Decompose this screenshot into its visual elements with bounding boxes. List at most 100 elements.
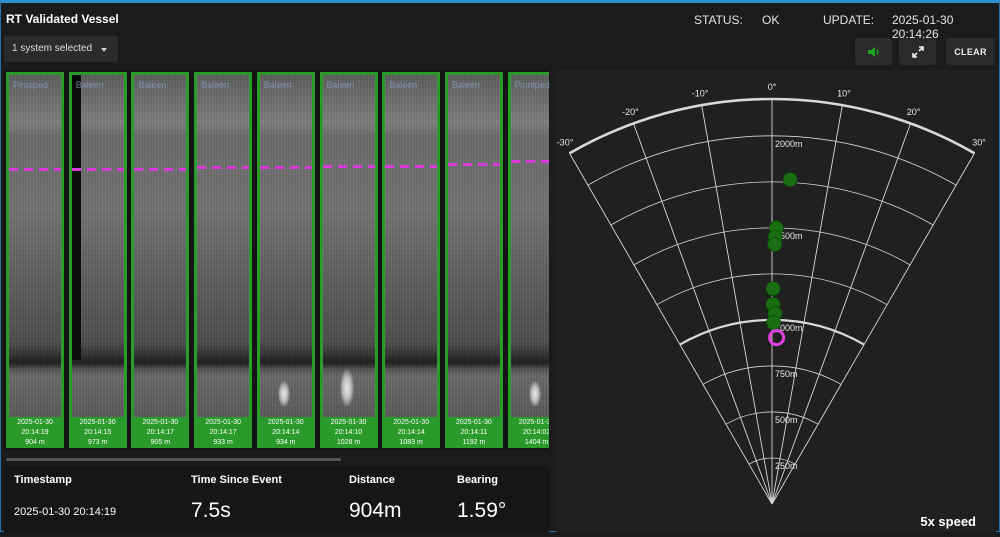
tile-date: 2025-01-30 [455,419,492,426]
event-tile[interactable]: Pinniped 2025-01-30 20:14:19 904 m [6,72,64,448]
tile-meta: 2025-01-30 20:14:10 1028 m [320,418,378,448]
bearing-label: 20° [907,107,921,117]
target-marker [767,237,783,252]
tile-meta: 2025-01-30 20:14:15 973 m [69,418,127,448]
event-tile[interactable]: Baleen 2025-01-30 20:14:10 1028 m [319,72,378,448]
species-tag: Pinniped [514,80,549,90]
bearing-label: -30° [557,137,574,147]
species-tag: Baleen [263,80,292,90]
tile-dist: 905 m [150,439,171,446]
event-tile[interactable]: Pinniped 2025-01-30 20:14:02 1404 m [507,72,549,448]
target-marker [765,281,781,297]
sonar-image: Baleen [259,75,312,417]
radar-panel[interactable]: -30° -20° -10° 0° 10° 20° 30° 2000m 1500m 1000m 75… [556,70,996,532]
species-tag: Pinniped [13,80,49,90]
sonar-echo [528,381,541,407]
sonar-echo [339,369,354,407]
radar-plot[interactable]: -30°-20°-10°0°10°20°30°2000m1500m1000m75… [556,70,996,532]
tile-dist: 973 m [87,439,108,446]
bearing-line [569,153,773,505]
distance-label: Distance [349,474,395,486]
species-tag: Baleen [326,80,355,90]
tile-time: 20:14:17 [146,429,175,436]
tile-date: 2025-01-30 [142,419,179,426]
tile-meta: 2025-01-30 20:14:14 934 m [257,418,315,448]
tile-meta: 2025-01-30 20:14:11 1192 m [445,418,503,448]
event-tile[interactable]: Baleen 2025-01-30 20:14:11 1192 m [444,72,503,448]
tile-time: 20:14:14 [397,429,425,436]
sonar-tile-strip[interactable]: Pinniped 2025-01-30 20:14:19 904 m Baleen 202… [4,70,549,450]
tile-date: 2025-01-30 [17,419,53,426]
tile-time: 20:14:15 [84,429,112,436]
tile-date: 2025-01-30 [205,419,241,426]
sonar-image: Baleen [385,75,438,417]
event-tile[interactable]: Baleen 2025-01-30 20:14:17 933 m [194,72,253,448]
expand-icon [911,45,924,58]
distance-value: 904m [349,499,402,522]
tile-date: 2025-01-30 [267,419,304,426]
tile-time: 20:14:17 [209,429,237,436]
event-marker-line [259,166,312,169]
event-marker-line [71,168,124,171]
timestamp-value: 2025-01-30 20:14:19 [14,506,117,518]
update-timestamp: 2025-01-30 20:14:26 [892,13,954,41]
time-since-label: Time Since Event [191,474,282,486]
bearing-label: 30° [972,137,986,147]
sonar-image: Baleen [322,75,375,417]
tile-time: 20:14:11 [460,429,488,436]
event-tile[interactable]: Baleen 2025-01-30 20:14:15 973 m [68,72,127,448]
bearing-label: -20° [622,107,639,117]
sound-toggle-button[interactable] [855,38,892,65]
update-label: UPDATE: [823,13,875,27]
tile-time: 20:14:14 [272,429,300,436]
tile-dist: 1028 m [336,439,361,446]
event-marker-line [197,166,250,169]
tile-time: 20:14:19 [21,429,49,436]
system-select-value: 1 system selected [12,43,93,54]
bearing-label: 0° [768,82,777,92]
tile-dist: 1083 m [399,439,423,446]
sonar-image: Baleen [71,75,124,417]
status-label: STATUS: [694,13,743,27]
event-tile[interactable]: Baleen 2025-01-30 20:14:14 1083 m [382,72,441,448]
range-label: 500m [775,415,798,425]
species-tag: Baleen [201,80,230,90]
range-label: 750m [775,369,798,379]
event-marker-line [510,160,549,163]
event-marker-line [134,168,187,171]
playback-speed: 5x speed [920,514,976,529]
event-tile[interactable]: Baleen 2025-01-30 20:14:14 934 m [256,72,315,448]
tile-meta: 2025-01-30 20:14:17 933 m [194,418,252,448]
species-tag: Baleen [75,80,104,90]
clear-button[interactable]: CLEAR [946,38,995,65]
bearing-line [633,123,773,505]
tile-time: 20:14:10 [334,429,363,436]
bearing-label: -10° [692,88,709,98]
tile-dist: 1192 m [462,439,486,446]
tile-dist: 933 m [213,439,233,446]
bearing-label: Bearing [457,474,498,486]
species-tag: Baleen [138,80,167,90]
system-select[interactable]: 1 system selected [4,36,118,62]
sonar-shadow [71,75,81,360]
caret-down-icon [101,48,107,52]
event-tile[interactable]: Baleen 2025-01-30 20:14:17 905 m [131,72,190,448]
tile-date: 2025-01-30 [330,419,367,426]
bearing-line [701,105,773,505]
top-bar: RT Validated Vessel STATUS: OK UPDATE: 2… [0,0,1000,41]
tile-meta: 2025-01-30 20:14:02 1404 m [508,418,549,448]
species-tag: Baleen [451,80,480,90]
species-tag: Baleen [389,80,418,90]
bearing-value: 1.59° [457,499,507,522]
event-marker-line [322,165,375,168]
event-marker-line [385,165,438,168]
tile-date: 2025-01-30 [79,419,116,426]
tile-dist: 934 m [276,439,296,446]
expand-button[interactable] [899,38,936,65]
event-details-panel: Timestamp Time Since Event Distance Bear… [4,466,549,532]
event-marker-line [9,168,61,171]
sonar-image: Baleen [197,75,250,417]
tile-scrollbar[interactable] [6,458,341,461]
range-label: 2000m [775,139,803,149]
tile-dist: 904 m [25,439,45,446]
